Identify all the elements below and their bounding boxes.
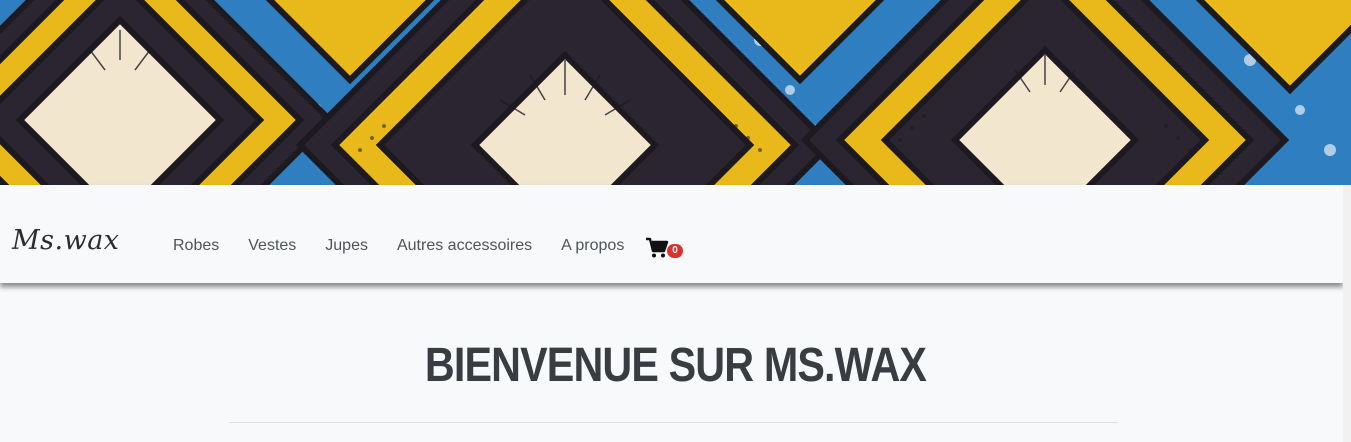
cart-icon xyxy=(646,237,669,258)
wax-pattern-image xyxy=(0,0,1351,185)
nav-item-a-propos[interactable]: A propos xyxy=(561,237,624,255)
nav-item-vestes[interactable]: Vestes xyxy=(248,237,296,255)
hero-banner-wax-pattern xyxy=(0,0,1351,185)
nav-item-autres-accessoires[interactable]: Autres accessoires xyxy=(397,237,532,255)
main-navbar: Ms.wax Robes Vestes Jupes Autres accesso… xyxy=(0,185,1343,283)
cart-count-badge: 0 xyxy=(667,244,683,258)
brand-logo[interactable]: Ms.wax xyxy=(12,225,120,256)
cart-button[interactable]: 0 xyxy=(645,237,685,261)
page-title: Bienvenue sur Ms.wax xyxy=(424,339,927,392)
nav-item-robes[interactable]: Robes xyxy=(173,237,219,255)
nav-menu: Robes Vestes Jupes Autres accessoires A … xyxy=(173,237,653,255)
page-scrollbar[interactable] xyxy=(1343,185,1351,442)
title-divider xyxy=(229,422,1118,423)
intro-text-cropped xyxy=(229,434,529,442)
nav-item-jupes[interactable]: Jupes xyxy=(325,237,368,255)
